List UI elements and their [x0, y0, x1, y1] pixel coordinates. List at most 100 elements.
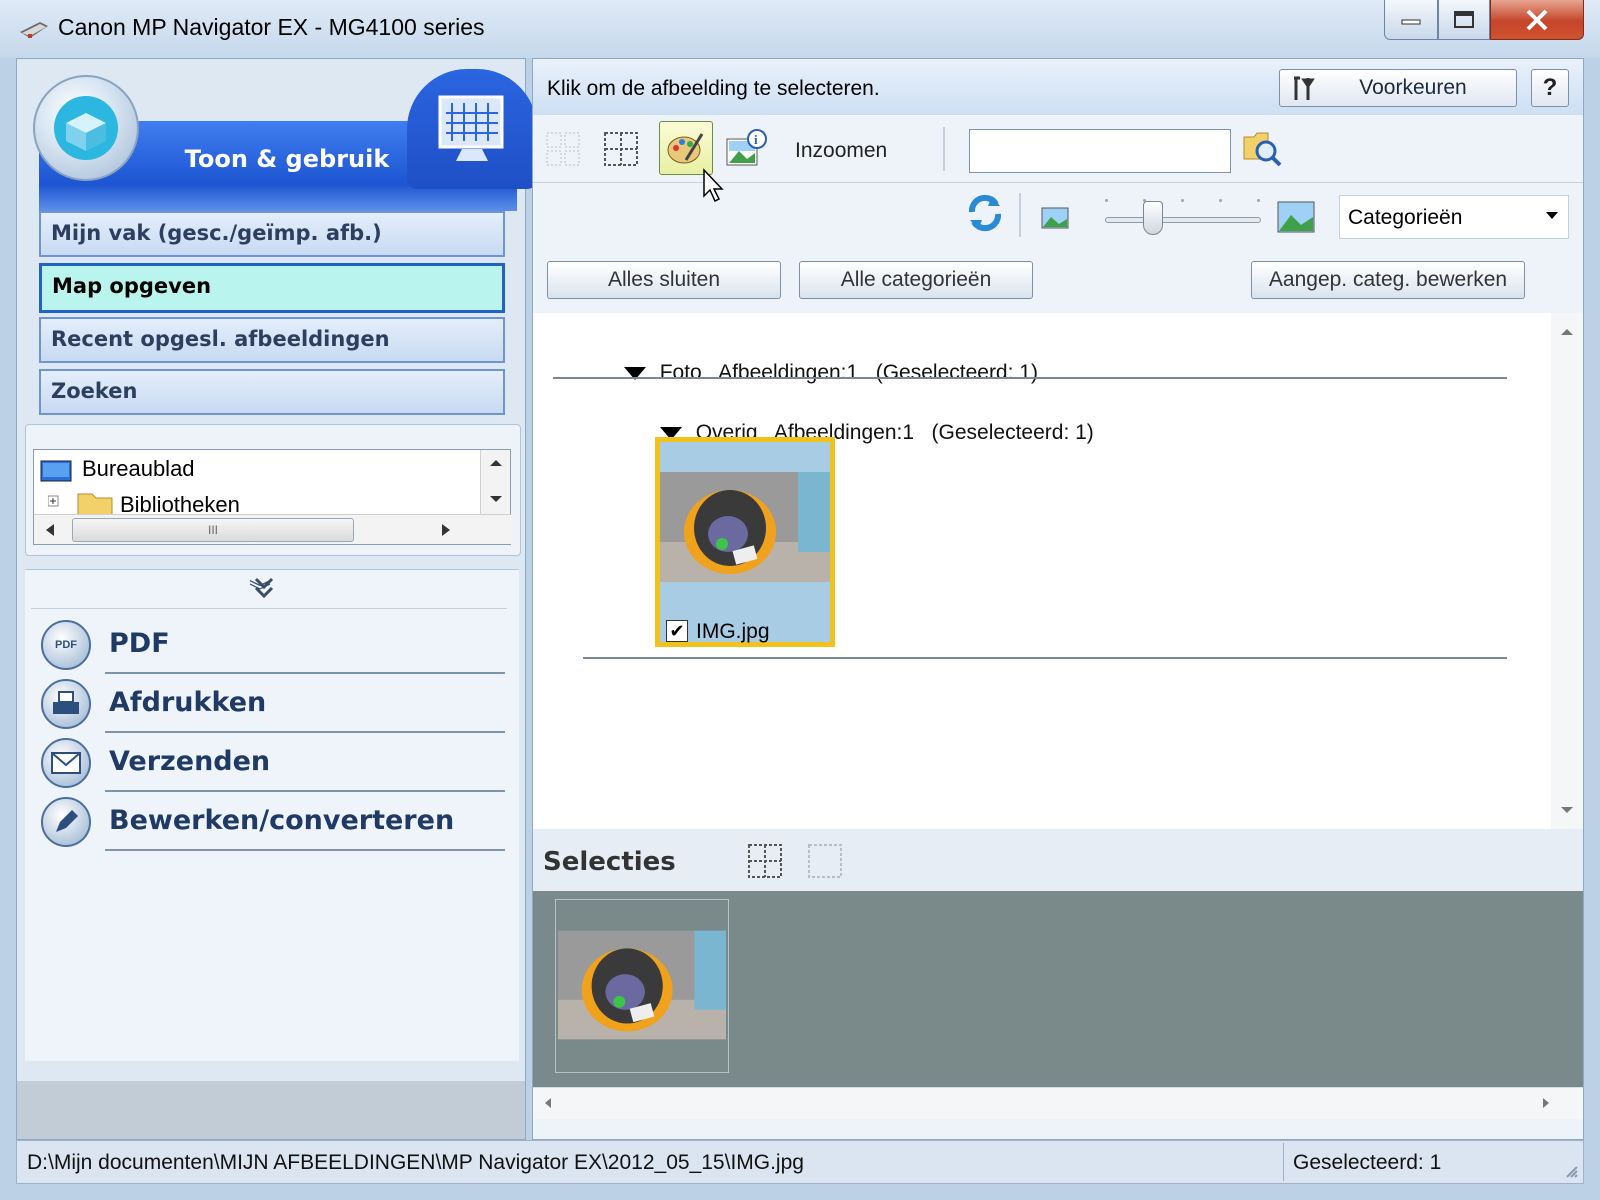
small-thumbnail-icon: [1041, 207, 1069, 229]
scroll-up-icon: [490, 460, 502, 466]
nav-my-box[interactable]: Mijn vak (gesc./geïmp. afb.): [39, 211, 505, 257]
print-icon: [41, 679, 91, 729]
folder-tree[interactable]: Bureaublad Bibliotheken III: [33, 449, 512, 545]
zoom-in-label[interactable]: Inzoomen: [795, 139, 887, 163]
mode-header: Toon & gebruik: [27, 67, 537, 211]
action-send[interactable]: Verzenden: [39, 734, 507, 794]
libraries-folder-icon: [48, 493, 113, 516]
divider: [105, 731, 505, 733]
selected-image-thumbnail[interactable]: [555, 899, 729, 1073]
action-send-label: Verzenden: [109, 746, 271, 777]
preferences-button[interactable]: Voorkeuren: [1279, 69, 1517, 107]
app-icon: [20, 22, 48, 38]
cancel-selection-icon[interactable]: [599, 127, 643, 171]
title-bar[interactable]: Canon MP Navigator EX - MG4100 series: [0, 0, 1600, 58]
divider: [943, 127, 945, 171]
refresh-icon[interactable]: [963, 191, 1007, 235]
selections-horizontal-scrollbar[interactable]: [533, 1087, 1583, 1119]
tools-icon: [1294, 76, 1315, 100]
help-button[interactable]: ?: [1531, 69, 1569, 107]
tree-item-libraries[interactable]: Bibliotheken: [120, 492, 240, 516]
scroll-right-icon: [1543, 1098, 1549, 1108]
action-pdf[interactable]: PDF PDF: [39, 616, 507, 676]
pdf-icon: PDF: [41, 620, 91, 670]
image-thumbnail[interactable]: ✔ IMG.jpg: [655, 437, 835, 647]
content-vertical-scrollbar[interactable]: [1551, 313, 1583, 829]
status-bar: D:\Mijn documenten\MIJN AFBEELDINGEN\MP …: [16, 1140, 1584, 1184]
info-bar: Klik om de afbeelding te selecteren. Voo…: [533, 59, 1583, 115]
svg-text:i: i: [754, 132, 758, 147]
selections-clear-icon[interactable]: [803, 839, 847, 883]
photo-thumbnail: [558, 930, 726, 1040]
resize-grip-icon[interactable]: [1563, 1163, 1579, 1179]
chevron-down-icon: [1546, 212, 1558, 219]
select-all-icon[interactable]: [541, 127, 585, 171]
app-window: Canon MP Navigator EX - MG4100 series To…: [0, 0, 1600, 1200]
mode-title: Toon & gebruik: [184, 145, 390, 173]
left-panel: Toon & gebruik Mijn vak (gesc./geïmp. af…: [16, 58, 537, 1140]
window-title: Canon MP Navigator EX - MG4100 series: [58, 14, 485, 40]
action-edit-convert-label: Bewerken/converteren: [109, 805, 455, 836]
thumbnail-checkbox[interactable]: ✔: [666, 620, 688, 642]
sort-select[interactable]: Categorieën: [1339, 195, 1569, 239]
large-thumbnail-icon: [1277, 201, 1315, 233]
nav-specify-folder[interactable]: Map opgeven: [39, 263, 505, 313]
slider-tick: [1219, 199, 1222, 202]
double-chevron-down-icon[interactable]: [253, 576, 275, 600]
maximize-icon: [1454, 10, 1474, 28]
mouse-cursor-icon: [703, 168, 724, 203]
category-selected: (Geselecteerd: 1): [931, 421, 1094, 444]
desktop-icon: [40, 460, 72, 482]
minimize-button[interactable]: [1384, 0, 1438, 40]
all-categories-button[interactable]: Alle categorieën: [799, 261, 1033, 299]
thumbnail-size-slider[interactable]: [1105, 217, 1261, 223]
divider: [31, 608, 507, 609]
maximize-button[interactable]: [1438, 0, 1490, 40]
scroll-right-icon: [442, 524, 450, 536]
divider: [1019, 193, 1021, 237]
actions-panel: ︾ PDF PDF Afdrukken Verzenden Bewerken/c…: [25, 569, 519, 1061]
scroll-up-icon: [1561, 329, 1573, 335]
action-edit-convert[interactable]: Bewerken/converteren: [39, 793, 507, 853]
divider: [105, 790, 505, 792]
scroll-left-icon: [46, 524, 54, 536]
photo-thumbnail: [660, 472, 830, 582]
slider-tick: [1105, 199, 1108, 202]
nav-search[interactable]: Zoeken: [39, 369, 505, 415]
close-button[interactable]: [1490, 0, 1584, 40]
thumbnail-area[interactable]: Foto Afbeeldingen:1 (Geselecteerd: 1) Ov…: [533, 313, 1583, 829]
action-print[interactable]: Afdrukken: [39, 675, 507, 735]
category-name: Foto: [659, 361, 702, 384]
action-print-label: Afdrukken: [109, 687, 267, 718]
scroll-thumb[interactable]: III: [72, 518, 354, 542]
slider-handle[interactable]: [1143, 201, 1163, 235]
close-all-button[interactable]: Alles sluiten: [547, 261, 781, 299]
tree-horizontal-scrollbar[interactable]: III: [34, 514, 512, 544]
action-pdf-label: PDF: [109, 628, 170, 659]
divider: [105, 849, 505, 851]
monitor-icon: [407, 69, 537, 189]
status-selected-count: Geselecteerd: 1: [1293, 1151, 1442, 1174]
selections-area[interactable]: [533, 891, 1583, 1087]
divider: [583, 657, 1507, 659]
selections-header: Selecties: [533, 829, 1583, 891]
thumbnail-filename: IMG.jpg: [696, 620, 770, 643]
selections-title: Selecties: [543, 847, 676, 877]
close-icon: [1526, 9, 1548, 30]
view-toolbar: Categorieën: [533, 183, 1583, 247]
category-selected: (Geselecteerd: 1): [875, 361, 1038, 384]
tree-item-desktop[interactable]: Bureaublad: [82, 456, 195, 482]
image-info-icon[interactable]: i: [725, 127, 769, 171]
divider: [553, 377, 1507, 379]
mail-icon: [41, 738, 91, 788]
image-correction-icon[interactable]: [659, 121, 713, 175]
nav-recent-images[interactable]: Recent opgesl. afbeeldingen: [39, 317, 505, 363]
search-input[interactable]: [969, 129, 1231, 173]
selections-cancel-icon[interactable]: [743, 839, 787, 883]
search-icon[interactable]: [1241, 127, 1285, 171]
scan-box-icon[interactable]: [33, 75, 139, 181]
pencil-icon: [41, 797, 91, 847]
tree-vertical-scrollbar[interactable]: [480, 450, 510, 516]
divider: [105, 672, 505, 674]
edit-custom-categories-button[interactable]: Aangep. categ. bewerken: [1251, 261, 1525, 299]
